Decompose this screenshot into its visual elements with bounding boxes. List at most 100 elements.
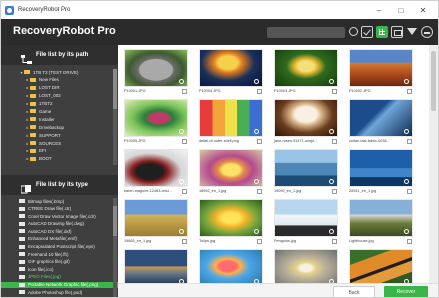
thumbnail-tile[interactable]: detail-of-outer-shell.png xyxy=(199,99,269,147)
zoom-icon[interactable] xyxy=(404,79,409,84)
search-input[interactable] xyxy=(267,27,345,38)
type-tree-item[interactable]: Bitmap files(.bmp) xyxy=(1,198,118,204)
zoom-icon[interactable] xyxy=(254,129,259,134)
thumbnail-image[interactable] xyxy=(124,199,188,237)
thumbnail-tile[interactable]: P10001.JPG xyxy=(124,49,194,97)
zoom-icon[interactable] xyxy=(404,129,409,134)
type-tree-item[interactable]: Portable Network Graphic file(.png) xyxy=(1,281,118,288)
path-tree-item[interactable]: ▸ Drivebackup xyxy=(1,124,118,130)
thumbnail-image[interactable] xyxy=(124,149,188,187)
type-tree-item[interactable]: Icon file(.ico) xyxy=(1,266,118,272)
thumbnail-tile[interactable]: P10004.JPG xyxy=(199,49,269,97)
thumbnail-tile[interactable]: P10005.JPG xyxy=(124,99,194,147)
thumbnail-image[interactable] xyxy=(349,99,413,137)
select-checkbox[interactable] xyxy=(257,89,262,94)
thumbnail-image[interactable] xyxy=(199,199,263,237)
select-checkbox[interactable] xyxy=(182,139,187,144)
select-checkbox[interactable] xyxy=(407,239,412,244)
zoom-icon[interactable] xyxy=(254,229,259,234)
thumbnail-image[interactable] xyxy=(274,99,338,137)
thumbnail-tile[interactable]: jane-rosen-91471-unspl... xyxy=(274,99,344,147)
thumbnail-image[interactable] xyxy=(199,99,263,137)
maximize-icon[interactable]: □ xyxy=(390,6,412,15)
zoom-icon[interactable] xyxy=(404,229,409,234)
check-icon[interactable] xyxy=(361,26,373,38)
zoom-icon[interactable] xyxy=(254,179,259,184)
type-panel-header[interactable]: File list by its type xyxy=(1,175,118,195)
zoom-icon[interactable] xyxy=(179,129,184,134)
path-tree-item[interactable]: ▸ LOST DIR xyxy=(1,85,118,91)
zoom-icon[interactable] xyxy=(254,79,259,84)
thumbnail-image[interactable] xyxy=(124,249,188,283)
thumbnail-tile[interactable]: Tulips.jpg xyxy=(199,199,269,247)
thumbnail-image[interactable] xyxy=(274,49,338,87)
minimize-icon[interactable]: – xyxy=(368,6,390,15)
preview-icon[interactable] xyxy=(391,26,403,38)
path-tree-item[interactable]: ▸ EFI xyxy=(1,148,118,154)
zoom-icon[interactable] xyxy=(329,229,334,234)
thumbnail-image[interactable] xyxy=(349,249,413,283)
thumbnail-tile[interactable] xyxy=(199,249,269,283)
select-checkbox[interactable] xyxy=(182,189,187,194)
select-checkbox[interactable] xyxy=(332,239,337,244)
thumbnail-image[interactable] xyxy=(124,49,188,87)
thumbnail-tile[interactable]: P10002.JPG xyxy=(349,49,419,97)
select-checkbox[interactable] xyxy=(257,239,262,244)
zoom-icon[interactable] xyxy=(179,179,184,184)
minus-icon[interactable] xyxy=(421,26,433,38)
thumbnail-tile[interactable]: 18992_en_1.jpg xyxy=(199,149,269,197)
type-tree-item[interactable]: Corel Draw Vector Image file(.cdr) xyxy=(1,213,118,219)
zoom-icon[interactable] xyxy=(329,79,334,84)
path-tree-item[interactable]: ▸ SOURCES xyxy=(1,140,118,146)
thumbnail-tile[interactable] xyxy=(124,249,194,283)
grid-icon[interactable] xyxy=(376,26,388,38)
type-tree-item[interactable]: AutoCAD DX file(.dxf) xyxy=(1,228,118,234)
thumbnail-tile[interactable]: Penguins.jpg xyxy=(274,199,344,247)
path-tree-item[interactable]: ▸ BOOT xyxy=(1,156,118,162)
zoom-icon[interactable] xyxy=(404,179,409,184)
type-tree-item[interactable]: AutoCAD Drawing file(.dwg) xyxy=(1,221,118,227)
path-tree-item[interactable]: ▸ SUPPORT xyxy=(1,132,118,138)
select-checkbox[interactable] xyxy=(182,89,187,94)
thumbnail-image[interactable] xyxy=(124,99,188,137)
thumbnail-tile[interactable]: 26941_en_1.jpg xyxy=(349,149,419,197)
type-tree-item[interactable]: Enhanced Metafile(.emf) xyxy=(1,236,118,242)
thumbnail-image[interactable] xyxy=(274,249,338,283)
thumbnail-tile[interactable]: Lighthouse.jpg xyxy=(349,199,419,247)
thumbnail-tile[interactable]: karen-maguire-12463-unsl... xyxy=(124,149,194,197)
type-tree-item[interactable]: Freehand 10 file(.fh) xyxy=(1,251,118,257)
select-checkbox[interactable] xyxy=(257,139,262,144)
zoom-icon[interactable] xyxy=(179,229,184,234)
thumbnail-image[interactable] xyxy=(274,149,338,187)
path-tree-item[interactable]: ▸ New Files xyxy=(1,77,118,83)
close-icon[interactable]: ✕ xyxy=(412,6,434,15)
select-checkbox[interactable] xyxy=(332,189,337,194)
type-tree-item[interactable]: JPEG Files(.jpg) xyxy=(1,274,118,280)
thumbnail-tile[interactable] xyxy=(274,249,344,283)
type-tree-item[interactable]: CTREE Draw file(.ctr) xyxy=(1,206,118,212)
thumbnail-tile[interactable]: 19092_en_1.jpg xyxy=(274,149,344,197)
thumbnail-image[interactable] xyxy=(199,149,263,187)
recover-button[interactable]: Recover xyxy=(384,286,428,297)
type-tree-item[interactable]: Adobe Photoshop file(.psd) xyxy=(1,289,118,295)
thumbnail-image[interactable] xyxy=(349,149,413,187)
zoom-icon[interactable] xyxy=(329,129,334,134)
thumbnail-tile[interactable]: 19665_en_1.jpg xyxy=(124,199,194,247)
filter-icon[interactable] xyxy=(406,26,418,38)
thumbnail-image[interactable] xyxy=(349,199,413,237)
thumbnail-image[interactable] xyxy=(199,49,263,87)
select-checkbox[interactable] xyxy=(332,139,337,144)
select-checkbox[interactable] xyxy=(332,89,337,94)
path-tree-item[interactable]: ▾ 1TB T2 (TEST DRIVE) xyxy=(1,69,118,75)
thumbnail-image[interactable] xyxy=(349,49,413,87)
thumbnail-tile[interactable] xyxy=(349,249,419,283)
thumbnail-image[interactable] xyxy=(199,249,263,283)
path-tree-item[interactable]: ▸ Game xyxy=(1,108,118,114)
path-tree-item[interactable]: ▸ LOST_002 xyxy=(1,93,118,99)
path-panel-header[interactable]: File list by its path xyxy=(1,45,118,65)
type-tree-item[interactable]: GIF graphics file(.gif) xyxy=(1,259,118,265)
path-tree-item[interactable]: ▸ 1TBT2 xyxy=(1,101,118,107)
thumbnail-tile[interactable]: P10003.JPG xyxy=(274,49,344,97)
search-icon[interactable] xyxy=(349,27,358,36)
grid-scrollbar[interactable] xyxy=(429,45,438,283)
